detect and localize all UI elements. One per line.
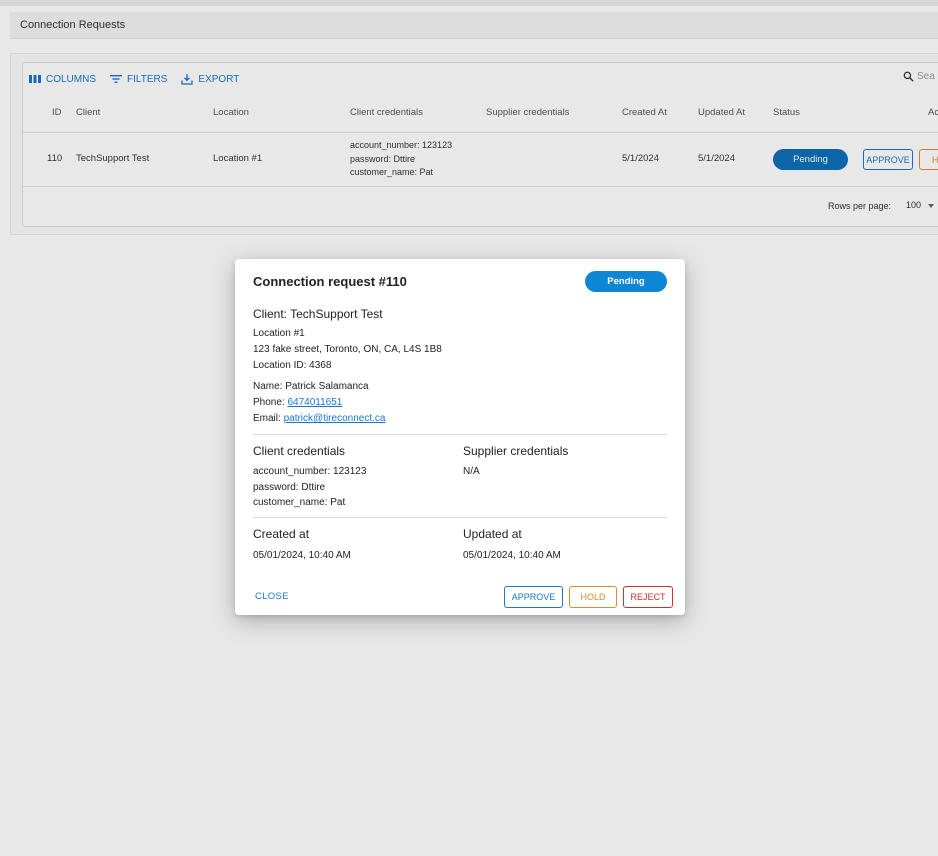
- email-link[interactable]: patrick@tireconnect.ca: [284, 413, 386, 424]
- dialog-client: Client: TechSupport Test: [253, 307, 383, 321]
- location-address: 123 fake street, Toronto, ON, CA, L4S 1B…: [253, 344, 442, 355]
- section-divider: [253, 517, 667, 518]
- client-credentials-heading: Client credentials: [253, 444, 346, 458]
- updated-at-heading: Updated at: [463, 527, 522, 541]
- supplier-credentials-heading: Supplier credentials: [463, 444, 569, 458]
- phone-link[interactable]: 6474011651: [287, 397, 342, 408]
- dialog-status-badge: Pending: [585, 271, 667, 292]
- created-at-heading: Created at: [253, 527, 310, 541]
- approve-button[interactable]: APPROVE: [504, 586, 563, 608]
- location-name: Location #1: [253, 328, 305, 339]
- dialog-title: Connection request #110: [253, 274, 407, 289]
- cred-line: password: Dttire: [253, 481, 326, 493]
- location-block: Location #1 123 fake street, Toronto, ON…: [253, 326, 442, 374]
- updated-at-value: 05/01/2024, 10:40 AM: [463, 550, 561, 561]
- reject-button[interactable]: REJECT: [623, 586, 673, 608]
- section-divider: [253, 434, 667, 435]
- email-label: Email:: [253, 413, 281, 424]
- close-button[interactable]: CLOSE: [255, 591, 289, 602]
- contact-block: Name: Patrick Salamanca Phone: 647401165…: [253, 379, 385, 427]
- client-credentials-values: account_number: 123123 password: Dttire …: [253, 464, 366, 511]
- created-at-value: 05/01/2024, 10:40 AM: [253, 550, 351, 561]
- hold-button[interactable]: HOLD: [569, 586, 617, 608]
- contact-email: Email: patrick@tireconnect.ca: [253, 411, 385, 427]
- supplier-credentials-value: N/A: [463, 466, 480, 477]
- phone-label: Phone:: [253, 397, 285, 408]
- contact-name: Name: Patrick Salamanca: [253, 381, 369, 392]
- connection-request-dialog: Connection request #110 Pending Client: …: [235, 259, 685, 615]
- location-id: Location ID: 4368: [253, 360, 332, 371]
- cred-line: account_number: 123123: [253, 466, 367, 477]
- contact-phone: Phone: 6474011651: [253, 395, 385, 411]
- cred-line: customer_name: Pat: [253, 497, 346, 508]
